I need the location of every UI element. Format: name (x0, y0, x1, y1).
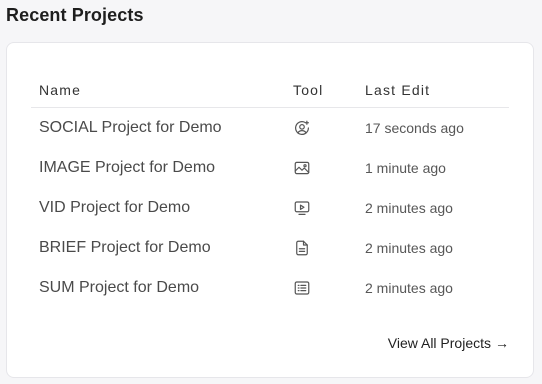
table-row[interactable]: SOCIAL Project for Demo 17 seconds ago (31, 108, 509, 148)
last-edit-time: 2 minutes ago (365, 240, 453, 256)
projects-table: Name Tool Last Edit SOCIAL Project for D… (31, 73, 509, 308)
project-name: SOCIAL Project for Demo (39, 119, 222, 136)
image-icon (293, 159, 311, 177)
last-edit-time: 1 minute ago (365, 160, 446, 176)
column-header-last-edit: Last Edit (365, 82, 431, 98)
project-name: VID Project for Demo (39, 199, 191, 216)
last-edit-time: 2 minutes ago (365, 280, 453, 296)
document-icon (293, 239, 311, 257)
recent-projects-page: Recent Projects Name Tool Last Edit SOCI… (0, 0, 542, 384)
view-all-label: View All Projects (387, 335, 491, 351)
video-icon (293, 199, 311, 217)
project-tool (293, 239, 365, 257)
column-header-tool: Tool (293, 82, 324, 98)
section-title: Recent Projects (6, 5, 144, 25)
list-icon (293, 279, 311, 297)
recent-projects-card: Name Tool Last Edit SOCIAL Project for D… (6, 42, 534, 378)
project-name: BRIEF Project for Demo (39, 239, 211, 256)
table-row[interactable]: SUM Project for Demo 2 minutes ago (31, 268, 509, 308)
project-name: IMAGE Project for Demo (39, 159, 216, 176)
project-tool (293, 159, 365, 177)
last-edit-time: 2 minutes ago (365, 200, 453, 216)
project-tool (293, 119, 365, 137)
table-header: Name Tool Last Edit (31, 73, 509, 108)
project-name: SUM Project for Demo (39, 279, 200, 296)
view-all-projects-link[interactable]: View All Projects → (388, 335, 509, 351)
table-row[interactable]: BRIEF Project for Demo 2 minutes ago (31, 228, 509, 268)
project-tool (293, 199, 365, 217)
table-body: SOCIAL Project for Demo 17 seconds ago I… (31, 108, 509, 308)
social-user-icon (293, 119, 311, 137)
last-edit-time: 17 seconds ago (365, 120, 464, 136)
table-row[interactable]: IMAGE Project for Demo 1 minute ago (31, 148, 509, 188)
project-tool (293, 279, 365, 297)
table-row[interactable]: VID Project for Demo 2 minutes ago (31, 188, 509, 228)
column-header-name: Name (39, 82, 82, 98)
arrow-right-icon: → (495, 335, 509, 351)
